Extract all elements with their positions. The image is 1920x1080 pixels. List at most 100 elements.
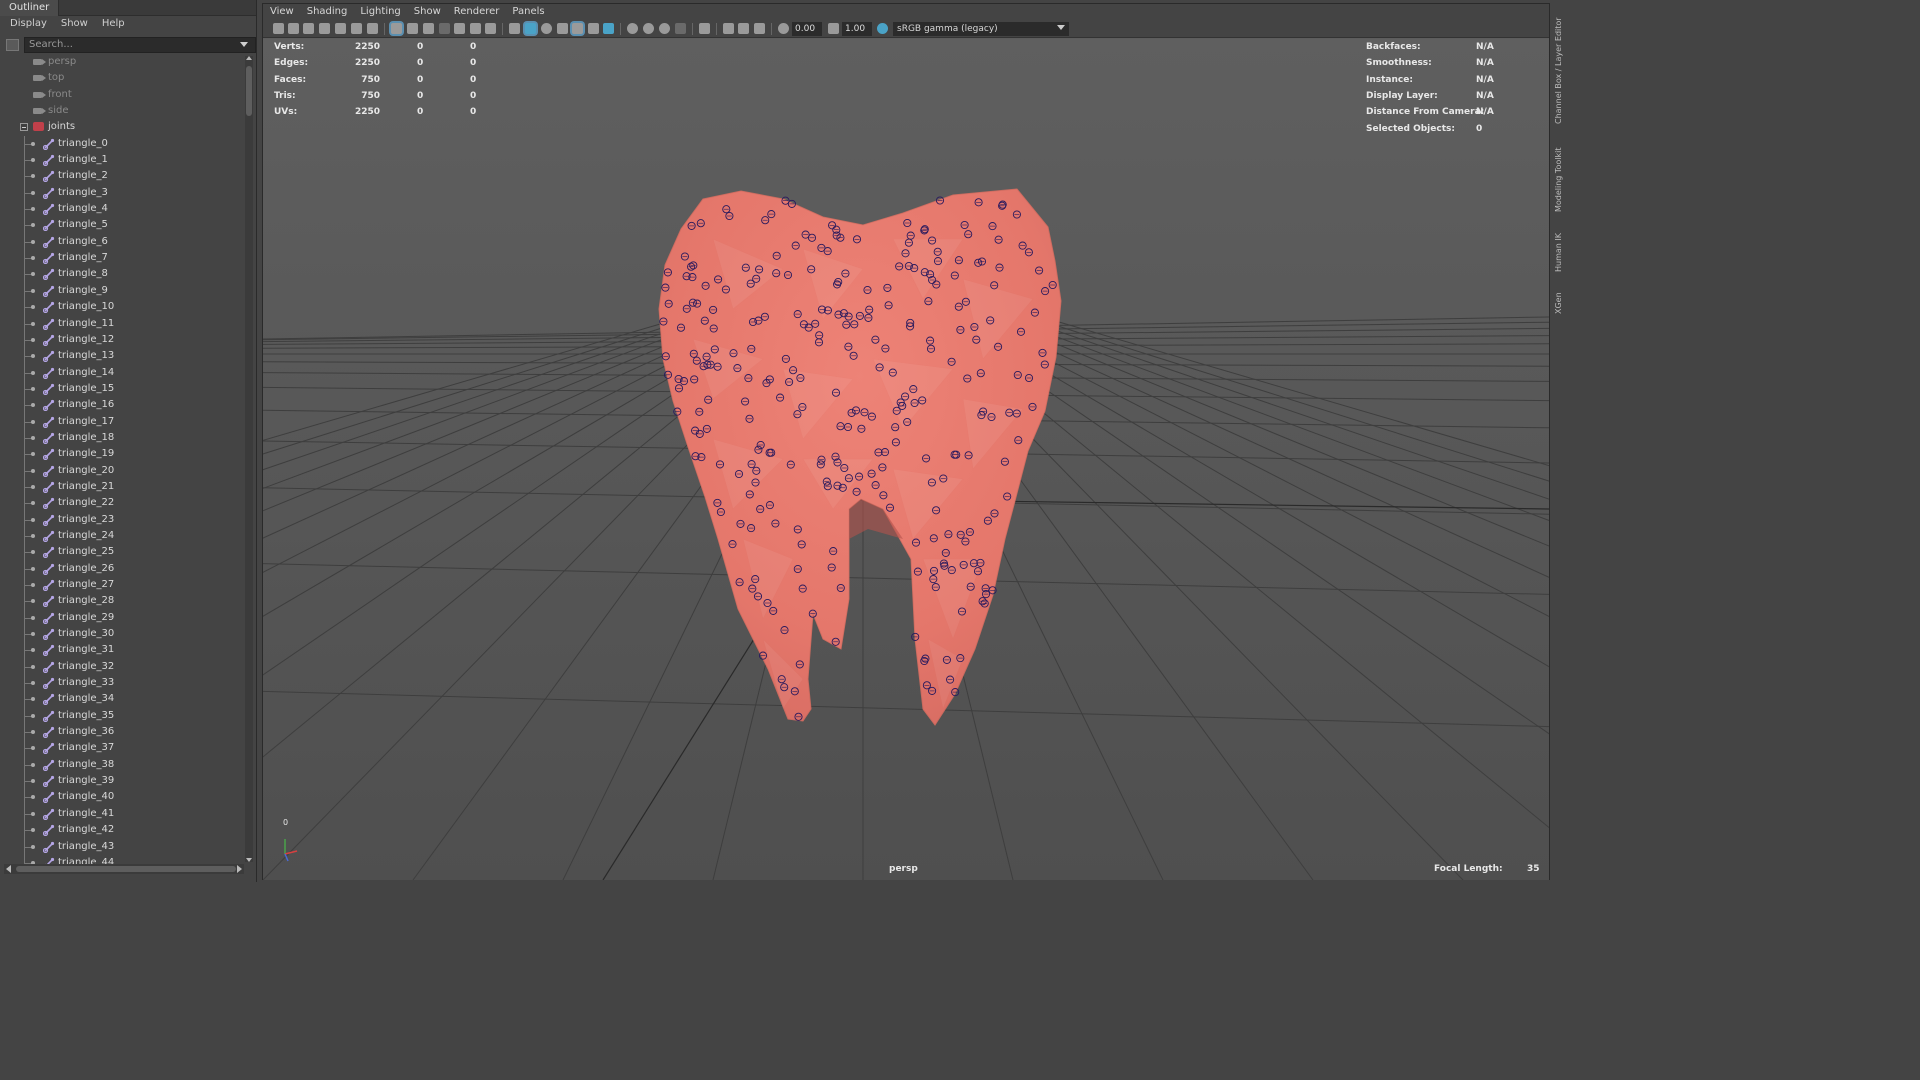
2d-pan-zoom-icon[interactable] (335, 23, 346, 34)
scroll-left-icon[interactable] (6, 865, 11, 873)
outliner-item-joint[interactable]: triangle_29 (0, 609, 244, 627)
multisample-aa-icon[interactable] (659, 23, 670, 34)
side-tab-xgen[interactable]: XGen (1554, 288, 1566, 314)
field-chart-icon[interactable] (454, 23, 465, 34)
menu-show[interactable]: Show (61, 18, 88, 29)
chevron-down-icon[interactable] (1057, 25, 1065, 30)
outliner-item-camera[interactable]: persp (0, 54, 244, 70)
depth-of-field-icon[interactable] (675, 23, 686, 34)
side-tab-channel-box[interactable]: Channel Box / Layer Editor (1554, 6, 1566, 124)
outliner-item-camera[interactable]: front (0, 87, 244, 103)
outliner-item-joint[interactable]: triangle_0 (0, 135, 244, 153)
gamma-icon[interactable] (828, 23, 839, 34)
outliner-item-joint[interactable]: triangle_11 (0, 315, 244, 333)
safe-action-icon[interactable] (470, 23, 481, 34)
collapse-icon[interactable] (20, 123, 28, 132)
outliner-item-joint[interactable]: triangle_7 (0, 250, 244, 268)
outliner-item-joint[interactable]: triangle_17 (0, 413, 244, 431)
outliner-item-joint[interactable]: triangle_27 (0, 577, 244, 594)
outliner-item-joint[interactable]: triangle_24 (0, 527, 244, 545)
select-camera-icon[interactable] (273, 23, 284, 34)
outliner-item-joint[interactable]: triangle_23 (0, 511, 244, 529)
menu-display[interactable]: Display (10, 18, 47, 29)
shadows-icon[interactable] (603, 23, 614, 34)
scroll-right-icon[interactable] (237, 865, 242, 873)
scroll-thumb[interactable] (246, 66, 252, 116)
menu-shading[interactable]: Shading (307, 6, 348, 17)
outliner-item-joint[interactable]: triangle_35 (0, 707, 244, 725)
outliner-item-joint[interactable]: triangle_40 (0, 789, 244, 807)
filter-icon[interactable] (6, 39, 19, 51)
outliner-item-camera[interactable]: side (0, 103, 244, 119)
outliner-item-joint[interactable]: triangle_36 (0, 724, 244, 742)
outliner-item-joint[interactable]: triangle_14 (0, 364, 244, 382)
pencil-icon[interactable] (367, 23, 378, 34)
image-plane-icon[interactable] (319, 23, 330, 34)
use-all-lights-icon[interactable] (588, 23, 599, 34)
scroll-down-icon[interactable] (246, 858, 252, 862)
outliner-item-joint[interactable]: triangle_8 (0, 266, 244, 284)
screen-space-ao-icon[interactable] (627, 23, 638, 34)
outliner-item-joint[interactable]: triangle_34 (0, 691, 244, 709)
isolate-select-icon[interactable] (699, 23, 710, 34)
menu-lighting[interactable]: Lighting (360, 6, 400, 17)
menu-help[interactable]: Help (102, 18, 125, 29)
exposure-icon[interactable] (778, 23, 789, 34)
outliner-item-joint[interactable]: triangle_31 (0, 642, 244, 660)
gate-mask-icon[interactable] (439, 23, 450, 34)
film-gate-icon[interactable] (407, 23, 418, 34)
smooth-shade-icon[interactable] (525, 23, 536, 34)
outliner-item-joint[interactable]: triangle_38 (0, 756, 244, 774)
wireframe-icon[interactable] (509, 23, 520, 34)
outliner-item-camera[interactable]: top (0, 70, 244, 86)
outliner-search-input[interactable]: Search... (24, 37, 256, 53)
safe-title-icon[interactable] (485, 23, 496, 34)
outliner-item-joint[interactable]: triangle_9 (0, 282, 244, 300)
menu-show-viewport[interactable]: Show (414, 6, 441, 17)
outliner-vertical-scrollbar[interactable] (245, 56, 253, 862)
3d-viewport[interactable]: Verts: 2250 0 0 Edges: 2250 0 0 Faces: 750 0 0 Tris:… (263, 39, 1549, 880)
outliner-item-joint[interactable]: triangle_6 (0, 233, 244, 251)
outliner-item-joints-group[interactable]: joints (0, 119, 244, 135)
outliner-item-joint[interactable]: triangle_26 (0, 560, 244, 578)
outliner-item-joint[interactable]: triangle_12 (0, 331, 244, 349)
color-management-icon[interactable] (877, 23, 888, 34)
menu-panels[interactable]: Panels (512, 6, 544, 17)
outliner-item-joint[interactable]: triangle_13 (0, 348, 244, 366)
scroll-up-icon[interactable] (246, 56, 252, 60)
outliner-item-joint[interactable]: triangle_4 (0, 201, 244, 219)
xray-joints-icon[interactable] (754, 23, 765, 34)
color-space-dropdown[interactable]: sRGB gamma (legacy) (893, 22, 1069, 36)
outliner-item-joint[interactable]: triangle_5 (0, 217, 244, 235)
scroll-thumb-horizontal[interactable] (16, 866, 236, 872)
xray-icon[interactable] (723, 23, 734, 34)
exposure-field[interactable]: 0.00 (792, 22, 822, 36)
outliner-item-joint[interactable]: triangle_16 (0, 397, 244, 415)
outliner-item-joint[interactable]: triangle_33 (0, 675, 244, 693)
menu-renderer[interactable]: Renderer (454, 6, 500, 17)
grid-icon[interactable] (391, 23, 402, 34)
outliner-item-joint[interactable]: triangle_43 (0, 838, 244, 856)
resolution-gate-icon[interactable] (423, 23, 434, 34)
outliner-item-joint[interactable]: triangle_39 (0, 773, 244, 791)
outliner-item-joint[interactable]: triangle_25 (0, 544, 244, 562)
bookmark-icon[interactable] (303, 23, 314, 34)
chevron-down-icon[interactable] (240, 42, 248, 47)
outliner-item-joint[interactable]: triangle_30 (0, 626, 244, 644)
outliner-item-joint[interactable]: triangle_32 (0, 658, 244, 676)
grease-pencil-icon[interactable] (351, 23, 362, 34)
outliner-item-joint[interactable]: triangle_19 (0, 446, 244, 464)
wireframe-on-shaded-icon[interactable] (557, 23, 568, 34)
outliner-item-joint[interactable]: triangle_18 (0, 429, 244, 447)
outliner-item-joint[interactable]: triangle_1 (0, 152, 244, 170)
outliner-item-joint[interactable]: triangle_20 (0, 462, 244, 480)
motion-blur-icon[interactable] (643, 23, 654, 34)
gamma-field[interactable]: 1.00 (842, 22, 872, 36)
outliner-item-joint[interactable]: triangle_10 (0, 299, 244, 317)
viewport-scene[interactable] (263, 39, 1549, 880)
outliner-item-joint[interactable]: triangle_42 (0, 822, 244, 840)
default-material-icon[interactable] (541, 23, 552, 34)
outliner-item-joint[interactable]: triangle_41 (0, 805, 244, 823)
outliner-item-joint[interactable]: triangle_22 (0, 495, 244, 513)
outliner-item-joint[interactable]: triangle_21 (0, 478, 244, 496)
